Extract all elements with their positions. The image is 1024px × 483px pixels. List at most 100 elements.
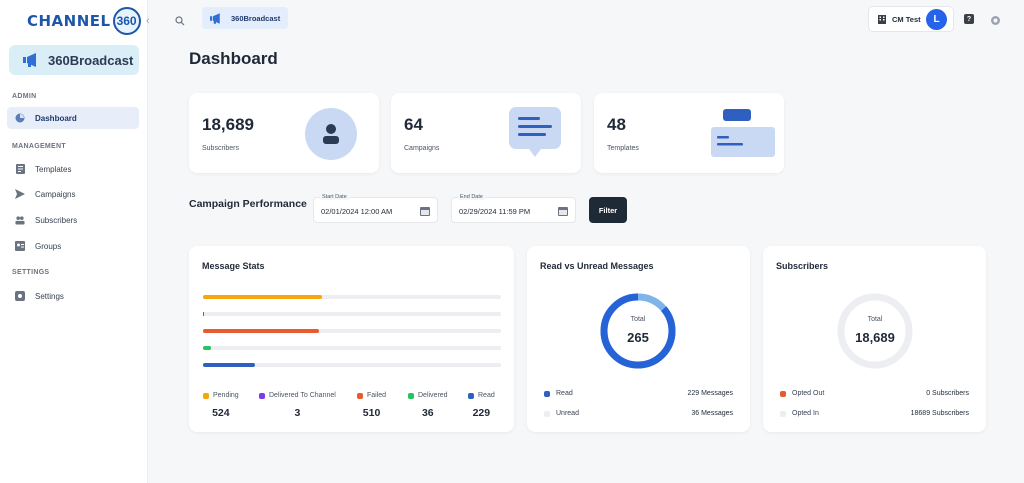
bar-fill (203, 312, 204, 316)
bar-track (203, 295, 501, 299)
section-admin: ADMIN (12, 93, 37, 100)
legend-item: Read 229 (468, 392, 495, 419)
section-settings: SETTINGS (12, 269, 50, 276)
sidebar-item-label: Templates (35, 164, 72, 174)
building-icon (878, 15, 886, 24)
legend-dot (468, 392, 474, 399)
legend-label: Delivered To Channel (269, 392, 336, 399)
legend-dot (357, 392, 363, 399)
help-icon[interactable]: ? (964, 14, 974, 24)
sidebar-item-groups[interactable]: Groups (7, 235, 139, 257)
brand-name: 360Broadcast (48, 52, 134, 68)
opted-out-count: 0 Subscribers (926, 390, 969, 397)
brand-selector[interactable]: 360Broadcast (9, 45, 139, 75)
bar-fill (203, 346, 211, 350)
row-label: Read (556, 390, 573, 397)
summary-value: 18,689 (202, 115, 254, 134)
row-label: Opted Out (792, 390, 825, 397)
read-row: Read (544, 390, 573, 397)
sidebar-item-campaigns[interactable]: Campaigns (7, 183, 139, 205)
legend-item: Delivered 36 (408, 392, 448, 419)
sidebar-item-templates[interactable]: Templates (7, 158, 139, 180)
top-brand-selector[interactable]: 360Broadcast (202, 7, 289, 29)
legend-dot (259, 392, 265, 399)
legend-value: 36 (421, 407, 434, 419)
end-date-value: 02/29/2024 11:59 PM (459, 207, 531, 216)
opted-in-row: Opted In (780, 410, 819, 417)
sidebar-item-settings[interactable]: Settings (7, 285, 139, 307)
chat-bubble-icon (509, 107, 561, 157)
bar-track (203, 329, 501, 333)
sidebar-item-label: Settings (35, 291, 64, 301)
donut-total-label: Total (630, 316, 646, 323)
legend-item: Pending 524 (203, 392, 239, 419)
read-count: 229 Messages (687, 390, 733, 397)
donut-total-value: 265 (627, 330, 649, 345)
bar-track (203, 346, 501, 350)
filter-button[interactable]: Filter (589, 197, 627, 223)
donut-total-label: Total (867, 316, 883, 323)
legend-value: 524 (212, 407, 230, 419)
end-date-label: End Date (458, 194, 485, 200)
sidebar-item-label: Campaigns (35, 189, 76, 199)
sidebar: CHANNEL 360 360Broadcast ‹ ADMIN Dashboa… (0, 0, 150, 483)
sidebar-item-label: Groups (35, 241, 62, 251)
search-icon[interactable] (175, 13, 185, 31)
legend-dot (408, 392, 414, 399)
panel-title: Read vs Unread Messages (540, 261, 654, 271)
megaphone-icon (210, 12, 220, 24)
user-name: CM Test (892, 14, 921, 24)
unread-row: Unread (544, 410, 579, 417)
sidebar-item-dashboard[interactable]: Dashboard (7, 107, 139, 129)
subscribers-summary-card: 18,689 Subscribers (189, 93, 379, 173)
calendar-icon[interactable] (420, 206, 430, 216)
row-label: Opted In (792, 410, 819, 417)
start-date-label: Start Date (320, 194, 349, 200)
bar-fill (203, 295, 322, 299)
legend-label-row: Pending (203, 392, 239, 399)
donut-total-value: 18,689 (855, 330, 895, 345)
sidebar-item-label: Subscribers (35, 215, 78, 225)
panel-title: Subscribers (776, 261, 829, 271)
user-menu[interactable]: CM Test L (868, 6, 954, 32)
bar-fill (203, 329, 319, 333)
calendar-icon[interactable] (558, 206, 568, 216)
legend-label-row: Read (468, 392, 495, 399)
legend-label: Pending (213, 392, 239, 399)
section-management: MANAGEMENT (12, 143, 66, 150)
templates-summary-card: 48 Templates (594, 93, 784, 173)
bar-fill (203, 363, 255, 367)
avatar[interactable]: L (926, 9, 947, 30)
legend-value: 229 (472, 407, 491, 419)
user-icon (305, 108, 357, 160)
top-brand-name: 360Broadcast (231, 13, 281, 23)
legend-label: Read (478, 392, 495, 399)
unread-dot (544, 410, 550, 417)
logo-badge: 360 (112, 7, 141, 35)
bar-track (203, 363, 501, 367)
legend-label: Delivered (418, 392, 448, 399)
sidebar-item-subscribers[interactable]: Subscribers (7, 209, 139, 231)
message-stats-panel: Message Stats Pending 524 Delivered To Cha… (189, 246, 514, 432)
opted-out-dot (780, 390, 786, 397)
opted-in-count: 18689 Subscribers (910, 410, 969, 417)
summary-value: 48 (607, 115, 626, 134)
channel360-logo[interactable]: CHANNEL 360 (27, 7, 141, 35)
campaigns-summary-card: 64 Campaigns (391, 93, 581, 173)
sidebar-item-label: Dashboard (35, 113, 77, 123)
settings-gear-icon[interactable] (990, 13, 1001, 31)
legend-label-row: Delivered To Channel (259, 392, 336, 399)
legend-item: Failed 510 (357, 392, 386, 419)
legend-label-row: Delivered (408, 392, 448, 399)
panel-title: Message Stats (202, 261, 265, 271)
start-date-value: 02/01/2024 12:00 AM (321, 207, 393, 216)
start-date-input[interactable]: Start Date 02/01/2024 12:00 AM (313, 194, 438, 223)
logo-text: CHANNEL (27, 12, 111, 30)
collapse-sidebar-icon[interactable]: ‹ (146, 15, 150, 27)
summary-label: Subscribers (202, 145, 239, 152)
page-title: Dashboard (189, 49, 278, 68)
end-date-input[interactable]: End Date 02/29/2024 11:59 PM (451, 194, 576, 223)
template-cards-icon (711, 109, 775, 157)
users-icon (15, 215, 25, 225)
read-dot (544, 390, 550, 397)
